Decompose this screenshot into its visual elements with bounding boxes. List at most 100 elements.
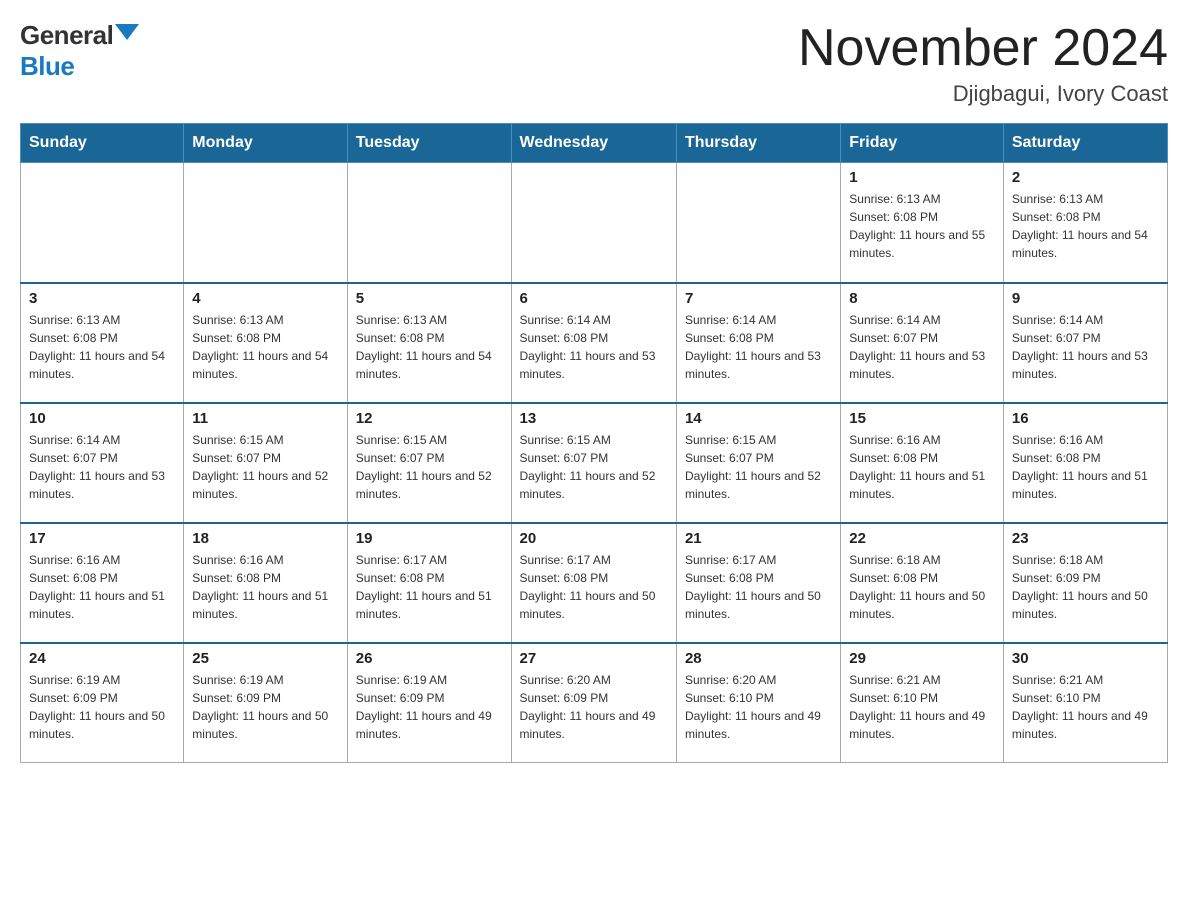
day-info: Sunrise: 6:15 AMSunset: 6:07 PMDaylight:… xyxy=(192,431,338,503)
day-info: Sunrise: 6:14 AMSunset: 6:07 PMDaylight:… xyxy=(1012,311,1159,383)
calendar-table: SundayMondayTuesdayWednesdayThursdayFrid… xyxy=(20,123,1168,763)
day-number: 8 xyxy=(849,290,995,307)
day-number: 28 xyxy=(685,650,832,667)
calendar-cell xyxy=(511,163,676,283)
calendar-cell: 19Sunrise: 6:17 AMSunset: 6:08 PMDayligh… xyxy=(347,523,511,643)
calendar-cell: 7 Sunrise: 6:14 AMSunset: 6:08 PMDaylight… xyxy=(676,283,840,403)
day-info: Sunrise: 6:16 AMSunset: 6:08 PMDaylight:… xyxy=(29,551,175,623)
day-info: Sunrise: 6:14 AMSunset: 6:08 PMDaylight:… xyxy=(685,311,832,383)
logo: General Blue xyxy=(20,20,139,82)
day-number: 14 xyxy=(685,410,832,427)
calendar-cell: 10 Sunrise: 6:14 AMSunset: 6:07 PMDayligh… xyxy=(21,403,184,523)
calendar-week-row: 1 Sunrise: 6:13 AMSunset: 6:08 PMDaylight… xyxy=(21,163,1168,283)
logo-blue-text: Blue xyxy=(20,51,74,81)
calendar-cell: 27Sunrise: 6:20 AMSunset: 6:09 PMDayligh… xyxy=(511,643,676,763)
day-number: 9 xyxy=(1012,290,1159,307)
calendar-cell: 23 Sunrise: 6:18 AMSunset: 6:09 PMDayligh… xyxy=(1003,523,1167,643)
calendar-cell: 24Sunrise: 6:19 AMSunset: 6:09 PMDayligh… xyxy=(21,643,184,763)
calendar-cell: 8 Sunrise: 6:14 AMSunset: 6:07 PMDaylight… xyxy=(841,283,1004,403)
calendar-cell xyxy=(184,163,347,283)
calendar-week-row: 3 Sunrise: 6:13 AMSunset: 6:08 PMDaylight… xyxy=(21,283,1168,403)
calendar-cell: 21Sunrise: 6:17 AMSunset: 6:08 PMDayligh… xyxy=(676,523,840,643)
day-number: 17 xyxy=(29,530,175,547)
day-info: Sunrise: 6:17 AMSunset: 6:08 PMDaylight:… xyxy=(685,551,832,623)
logo-general-text: General xyxy=(20,20,113,51)
day-number: 19 xyxy=(356,530,503,547)
calendar-cell: 30 Sunrise: 6:21 AMSunset: 6:10 PMDayligh… xyxy=(1003,643,1167,763)
day-number: 13 xyxy=(520,410,668,427)
logo-triangle-icon xyxy=(115,24,139,40)
day-info: Sunrise: 6:14 AMSunset: 6:07 PMDaylight:… xyxy=(29,431,175,503)
calendar-cell: 22 Sunrise: 6:18 AMSunset: 6:08 PMDayligh… xyxy=(841,523,1004,643)
day-info: Sunrise: 6:16 AMSunset: 6:08 PMDaylight:… xyxy=(849,431,995,503)
day-number: 20 xyxy=(520,530,668,547)
day-info: Sunrise: 6:17 AMSunset: 6:08 PMDaylight:… xyxy=(520,551,668,623)
day-number: 24 xyxy=(29,650,175,667)
calendar-cell: 15Sunrise: 6:16 AMSunset: 6:08 PMDayligh… xyxy=(841,403,1004,523)
day-number: 25 xyxy=(192,650,338,667)
day-number: 10 xyxy=(29,410,175,427)
day-info: Sunrise: 6:18 AMSunset: 6:09 PMDaylight:… xyxy=(1012,551,1159,623)
month-title: November 2024 xyxy=(798,20,1168,77)
calendar-week-row: 24 Sunrise: 6:19 AMSunset: 6:09 PMDayligh… xyxy=(21,643,1168,763)
day-number: 6 xyxy=(520,290,668,307)
day-number: 29 xyxy=(849,650,995,667)
day-number: 23 xyxy=(1012,530,1159,547)
day-info: Sunrise: 6:13 AMSunset: 6:08 PMDaylight:… xyxy=(29,311,175,383)
day-number: 7 xyxy=(685,290,832,307)
day-info: Sunrise: 6:21 AMSunset: 6:10 PMDaylight:… xyxy=(1012,671,1159,743)
calendar-cell: 29 Sunrise: 6:21 AMSunset: 6:10 PMDayligh… xyxy=(841,643,1004,763)
calendar-cell: 18 Sunrise: 6:16 AMSunset: 6:08 PMDayligh… xyxy=(184,523,347,643)
location: Djigbagui, Ivory Coast xyxy=(798,81,1168,107)
day-number: 4 xyxy=(192,290,338,307)
calendar-cell: 13Sunrise: 6:15 AMSunset: 6:07 PMDayligh… xyxy=(511,403,676,523)
calendar-cell: 5 Sunrise: 6:13 AMSunset: 6:08 PMDaylight… xyxy=(347,283,511,403)
day-info: Sunrise: 6:14 AMSunset: 6:08 PMDaylight:… xyxy=(520,311,668,383)
calendar-cell: 11 Sunrise: 6:15 AMSunset: 6:07 PMDayligh… xyxy=(184,403,347,523)
day-number: 22 xyxy=(849,530,995,547)
calendar-cell: 9 Sunrise: 6:14 AMSunset: 6:07 PMDaylight… xyxy=(1003,283,1167,403)
calendar-cell: 14 Sunrise: 6:15 AMSunset: 6:07 PMDayligh… xyxy=(676,403,840,523)
calendar-cell xyxy=(347,163,511,283)
day-info: Sunrise: 6:13 AMSunset: 6:08 PMDaylight:… xyxy=(192,311,338,383)
weekday-header-wednesday: Wednesday xyxy=(511,124,676,163)
day-info: Sunrise: 6:21 AMSunset: 6:10 PMDaylight:… xyxy=(849,671,995,743)
weekday-header-monday: Monday xyxy=(184,124,347,163)
weekday-header-friday: Friday xyxy=(841,124,1004,163)
calendar-week-row: 10 Sunrise: 6:14 AMSunset: 6:07 PMDayligh… xyxy=(21,403,1168,523)
day-info: Sunrise: 6:15 AMSunset: 6:07 PMDaylight:… xyxy=(685,431,832,503)
day-info: Sunrise: 6:16 AMSunset: 6:08 PMDaylight:… xyxy=(1012,431,1159,503)
calendar-cell: 6 Sunrise: 6:14 AMSunset: 6:08 PMDaylight… xyxy=(511,283,676,403)
day-number: 27 xyxy=(520,650,668,667)
day-info: Sunrise: 6:13 AMSunset: 6:08 PMDaylight:… xyxy=(356,311,503,383)
day-number: 30 xyxy=(1012,650,1159,667)
page-header: General Blue November 2024 Djigbagui, Iv… xyxy=(20,20,1168,107)
weekday-header-saturday: Saturday xyxy=(1003,124,1167,163)
day-info: Sunrise: 6:20 AMSunset: 6:10 PMDaylight:… xyxy=(685,671,832,743)
calendar-cell: 1Sunrise: 6:13 AMSunset: 6:08 PMDaylight… xyxy=(841,163,1004,283)
day-info: Sunrise: 6:19 AMSunset: 6:09 PMDaylight:… xyxy=(192,671,338,743)
day-number: 16 xyxy=(1012,410,1159,427)
calendar-cell: 2Sunrise: 6:13 AMSunset: 6:08 PMDaylight… xyxy=(1003,163,1167,283)
calendar-cell: 3 Sunrise: 6:13 AMSunset: 6:08 PMDaylight… xyxy=(21,283,184,403)
day-number: 5 xyxy=(356,290,503,307)
calendar-cell: 25 Sunrise: 6:19 AMSunset: 6:09 PMDayligh… xyxy=(184,643,347,763)
day-number: 11 xyxy=(192,410,338,427)
day-number: 18 xyxy=(192,530,338,547)
weekday-header-tuesday: Tuesday xyxy=(347,124,511,163)
calendar-cell xyxy=(676,163,840,283)
calendar-cell: 4 Sunrise: 6:13 AMSunset: 6:08 PMDaylight… xyxy=(184,283,347,403)
day-info: Sunrise: 6:15 AMSunset: 6:07 PMDaylight:… xyxy=(356,431,503,503)
calendar-cell: 20 Sunrise: 6:17 AMSunset: 6:08 PMDayligh… xyxy=(511,523,676,643)
calendar-cell: 28 Sunrise: 6:20 AMSunset: 6:10 PMDayligh… xyxy=(676,643,840,763)
day-info: Sunrise: 6:13 AMSunset: 6:08 PMDaylight:… xyxy=(1012,190,1159,262)
calendar-cell xyxy=(21,163,184,283)
calendar-week-row: 17 Sunrise: 6:16 AMSunset: 6:08 PMDayligh… xyxy=(21,523,1168,643)
calendar-cell: 12 Sunrise: 6:15 AMSunset: 6:07 PMDayligh… xyxy=(347,403,511,523)
day-number: 12 xyxy=(356,410,503,427)
day-info: Sunrise: 6:16 AMSunset: 6:08 PMDaylight:… xyxy=(192,551,338,623)
day-info: Sunrise: 6:18 AMSunset: 6:08 PMDaylight:… xyxy=(849,551,995,623)
day-number: 3 xyxy=(29,290,175,307)
day-info: Sunrise: 6:14 AMSunset: 6:07 PMDaylight:… xyxy=(849,311,995,383)
day-number: 1 xyxy=(849,169,995,186)
